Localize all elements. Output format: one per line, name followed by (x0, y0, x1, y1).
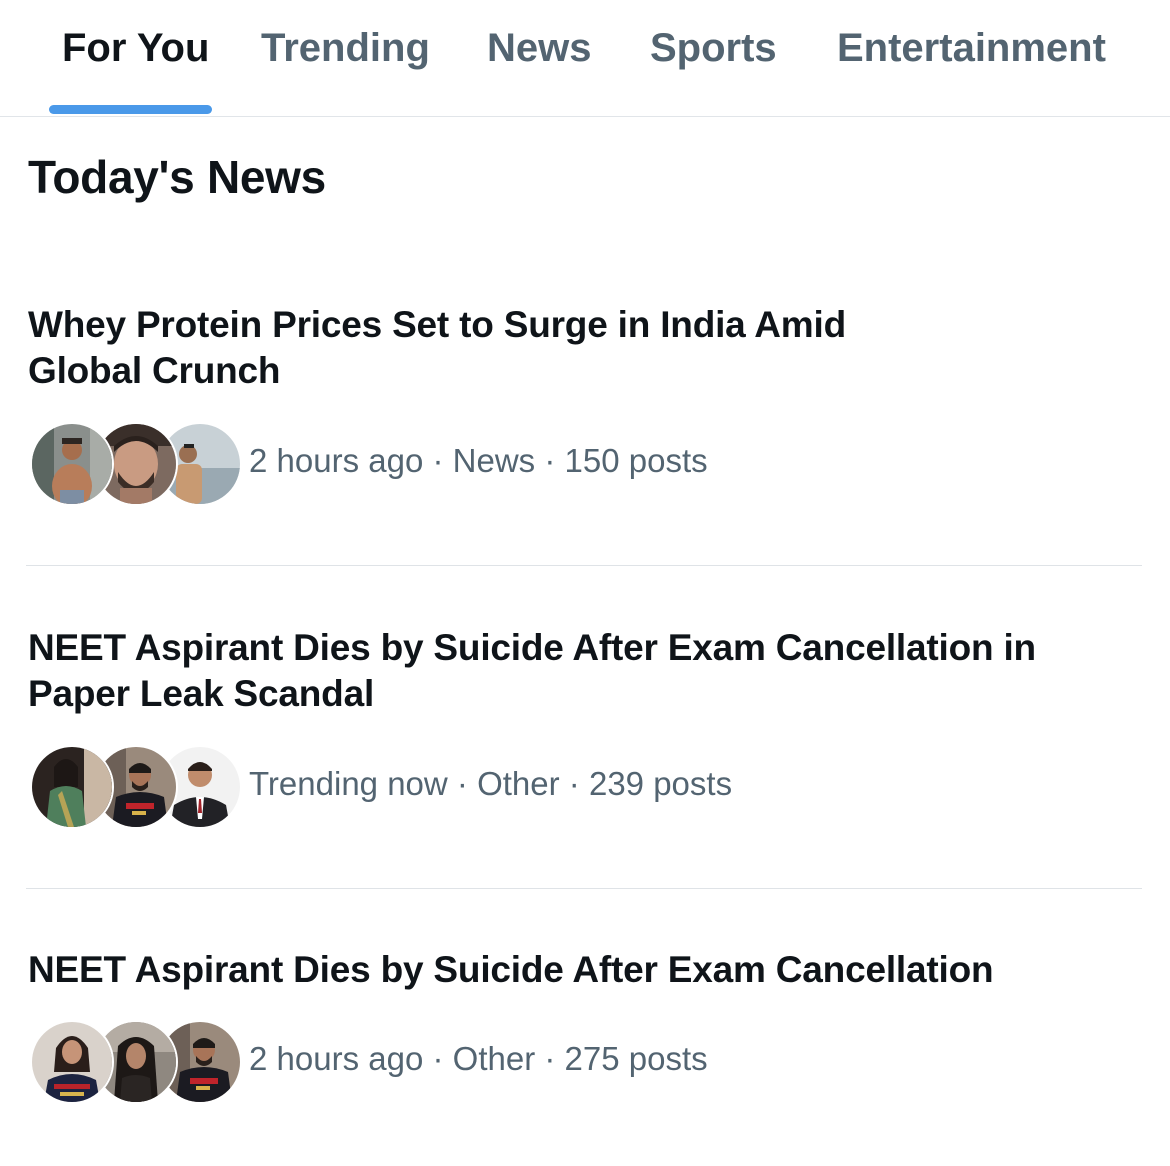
story-post-count: 275 posts (564, 1040, 708, 1077)
story-post-count: 150 posts (564, 442, 708, 479)
story-divider (26, 888, 1142, 889)
tab-sports[interactable]: Sports (650, 0, 777, 116)
section-title: Today's News (28, 151, 326, 203)
avatar-woman-jersey (30, 1020, 114, 1104)
story-time: 2 hours ago (249, 1040, 424, 1077)
meta-separator: · (544, 442, 556, 479)
story-meta: 2 hours ago · News · 150 posts (249, 442, 708, 480)
story-headline-line: Paper Leak Scandal (28, 673, 375, 714)
story-headline: NEET Aspirant Dies by Suicide After Exam… (28, 625, 1142, 717)
story-headline-line: NEET Aspirant Dies by Suicide After Exam… (28, 627, 1036, 668)
meta-separator: · (568, 765, 580, 802)
story-time: 2 hours ago (249, 442, 424, 479)
active-tab-indicator (49, 105, 212, 114)
story-headline: NEET Aspirant Dies by Suicide After Exam… (28, 947, 1142, 993)
story-category: Other (452, 1040, 536, 1077)
woman-jersey-photo-icon (32, 1022, 112, 1102)
news-story[interactable]: Whey Protein Prices Set to Surge in Indi… (28, 302, 1142, 532)
avatar-stack (30, 1020, 242, 1104)
story-meta-row: Trending now · Other · 239 posts (28, 745, 1142, 829)
avatar-woman-saree (30, 745, 114, 829)
avatar-fitness-man (30, 422, 114, 506)
story-post-count: 239 posts (588, 765, 733, 802)
story-meta-row: 2 hours ago · Other · 275 posts (28, 1020, 1142, 1104)
story-category: News (452, 442, 536, 479)
story-headline-line: NEET Aspirant Dies by Suicide After Exam… (28, 949, 994, 990)
story-headline: Whey Protein Prices Set to Surge in Indi… (28, 302, 1142, 394)
meta-separator: · (456, 765, 468, 802)
story-headline-line: Global Crunch (28, 350, 281, 391)
story-meta-row: 2 hours ago · News · 150 posts (28, 422, 1142, 506)
top-tab-bar: For You Trending News Sports Entertainme… (0, 0, 1170, 117)
avatar-stack (30, 422, 242, 506)
tab-entertainment[interactable]: Entertainment (837, 0, 1106, 116)
story-category: Other (477, 765, 560, 802)
news-story[interactable]: NEET Aspirant Dies by Suicide After Exam… (28, 947, 1142, 1107)
story-time: Trending now (249, 765, 448, 802)
woman-saree-photo-icon (32, 747, 112, 827)
news-story[interactable]: NEET Aspirant Dies by Suicide After Exam… (28, 625, 1142, 855)
tab-news[interactable]: News (487, 0, 592, 116)
tab-for-you[interactable]: For You (62, 0, 209, 116)
tab-trending[interactable]: Trending (261, 0, 430, 116)
meta-separator: · (432, 1040, 444, 1077)
story-headline-line: Whey Protein Prices Set to Surge in Indi… (28, 304, 846, 345)
avatar-stack (30, 745, 242, 829)
story-meta: Trending now · Other · 239 posts (249, 765, 732, 803)
fitness-man-photo-icon (32, 424, 112, 504)
meta-separator: · (544, 1040, 556, 1077)
story-divider (26, 565, 1142, 566)
story-meta: 2 hours ago · Other · 275 posts (249, 1040, 708, 1078)
meta-separator: · (432, 442, 444, 479)
